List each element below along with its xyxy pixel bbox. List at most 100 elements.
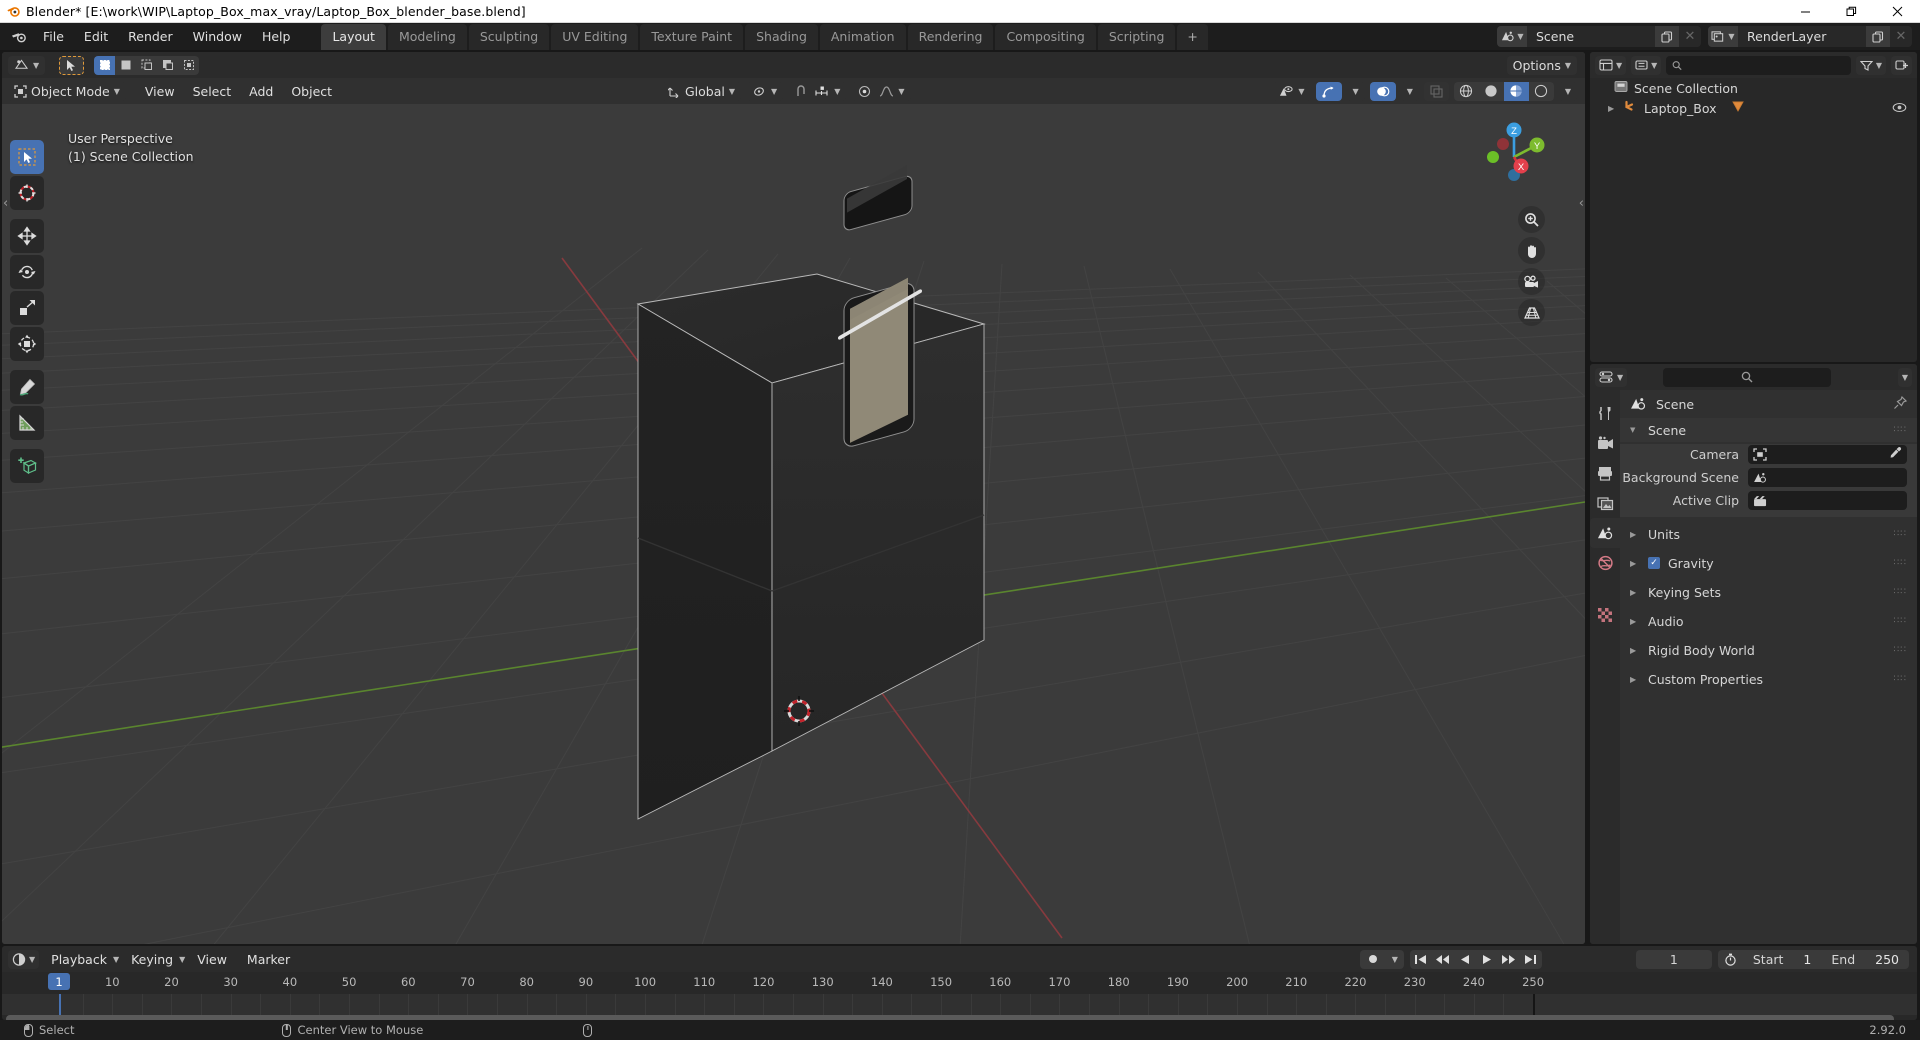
tab-rendering[interactable]: Rendering	[907, 24, 994, 50]
timeline-editor-type-selector[interactable]: ▼	[8, 949, 40, 969]
viewport-menu-object[interactable]: Object	[282, 82, 341, 101]
mesh-data-icon[interactable]	[1731, 100, 1745, 116]
rotate-tool[interactable]	[10, 255, 44, 289]
menu-file[interactable]: File	[34, 26, 73, 47]
jump-start-icon[interactable]	[1409, 949, 1432, 969]
tab-modeling[interactable]: Modeling	[387, 24, 467, 50]
outliner-search-field[interactable]	[1687, 58, 1845, 72]
wireframe-shading-icon[interactable]	[1453, 81, 1479, 101]
eyedropper-icon[interactable]	[1889, 446, 1902, 463]
outliner-row-scene-collection[interactable]: Scene Collection	[1590, 78, 1917, 98]
scale-tool[interactable]	[10, 291, 44, 325]
solid-shading-icon[interactable]	[1478, 81, 1504, 101]
outliner-display-mode-selector[interactable]: ▼	[1631, 55, 1662, 75]
move-tool[interactable]	[10, 219, 44, 253]
tab-texture-paint[interactable]: Texture Paint	[640, 24, 744, 50]
transform-tool[interactable]	[10, 327, 44, 361]
end-frame-value[interactable]: 250	[1865, 949, 1909, 969]
viewlayer-name-field[interactable]: RenderLayer	[1738, 26, 1866, 47]
blender-logo-menu-icon[interactable]	[6, 27, 32, 47]
select-extend-icon[interactable]	[115, 55, 137, 75]
viewport-menu-add[interactable]: Add	[240, 82, 282, 101]
panel-header-units[interactable]: ▶ Units ∷∷	[1620, 522, 1917, 546]
panel-drag-dots-icon[interactable]: ∷∷	[1894, 587, 1907, 597]
scene-tab-icon[interactable]	[1590, 518, 1620, 548]
panel-header-keying-sets[interactable]: ▶ Keying Sets ∷∷	[1620, 580, 1917, 604]
menu-edit[interactable]: Edit	[75, 26, 117, 47]
tab-sculpting[interactable]: Sculpting	[468, 24, 550, 50]
outliner-filter-button[interactable]: ▼	[1855, 55, 1886, 75]
output-tab-icon[interactable]	[1590, 458, 1620, 488]
render-tab-icon[interactable]	[1590, 428, 1620, 458]
rendered-shading-icon[interactable]	[1528, 81, 1554, 101]
proportional-editing-toggle[interactable]: ▼	[852, 81, 911, 101]
jump-end-icon[interactable]	[1519, 949, 1542, 969]
tab-scripting[interactable]: Scripting	[1097, 24, 1176, 50]
transform-orientation-selector[interactable]: Global ▼	[662, 81, 742, 101]
tab-animation[interactable]: Animation	[819, 24, 906, 50]
visibility-eye-icon[interactable]	[1892, 101, 1907, 116]
gizmo-dropdown[interactable]: ▼	[1346, 81, 1365, 101]
start-frame-value[interactable]: 1	[1793, 949, 1822, 969]
tweak-tool-selector[interactable]	[59, 55, 85, 75]
panel-header-audio[interactable]: ▶ Audio ∷∷	[1620, 609, 1917, 633]
viewport-options-menu[interactable]: Options ▼	[1506, 56, 1577, 75]
panel-drag-dots-icon[interactable]: ∷∷	[1894, 674, 1907, 684]
tweak-select-tool[interactable]	[10, 140, 44, 174]
properties-search-input[interactable]	[1663, 367, 1832, 387]
gravity-checkbox[interactable]: ✓	[1648, 557, 1660, 569]
play-icon[interactable]	[1475, 949, 1498, 969]
viewlayer-tab-icon[interactable]	[1590, 488, 1620, 518]
material-preview-shading-icon[interactable]	[1503, 81, 1529, 101]
auto-keying-dropdown[interactable]: ▼	[1385, 949, 1404, 969]
menu-window[interactable]: Window	[184, 26, 251, 47]
panel-drag-dots-icon[interactable]: ∷∷	[1894, 529, 1907, 539]
prev-keyframe-icon[interactable]	[1431, 949, 1454, 969]
close-button[interactable]	[1874, 0, 1920, 23]
timeline-editor[interactable]: ▼ Playback ▼ Keying ▼ View Marker ▼ 1 St…	[2, 946, 1917, 1020]
visibility-selector[interactable]: ▼	[1273, 81, 1311, 101]
viewport-right-panel-toggle[interactable]: ‹	[1579, 196, 1584, 211]
current-frame-field[interactable]: 1	[1635, 949, 1712, 969]
properties-editor-type-selector[interactable]: ▼	[1595, 367, 1628, 387]
maximize-button[interactable]	[1828, 0, 1874, 23]
viewport-left-panel-toggle[interactable]: ‹	[3, 196, 8, 211]
pin-icon[interactable]	[1893, 395, 1908, 413]
tab-shading[interactable]: Shading	[745, 24, 818, 50]
remove-viewlayer-button[interactable]: ✕	[1890, 26, 1912, 47]
timeline-menu-playback[interactable]: Playback	[43, 950, 115, 969]
timeline-playhead[interactable]: 1	[48, 973, 70, 990]
add-cube-tool[interactable]	[10, 449, 44, 483]
select-invert-icon[interactable]	[157, 55, 179, 75]
timeline-strip[interactable]	[2, 994, 1917, 1015]
timeline-menu-marker[interactable]: Marker	[239, 950, 298, 969]
remove-scene-button[interactable]: ✕	[1679, 26, 1701, 47]
panel-drag-dots-icon[interactable]: ∷∷	[1894, 425, 1907, 435]
scene-name-field[interactable]: Scene	[1527, 26, 1655, 47]
tab-uv-editing[interactable]: UV Editing	[551, 24, 639, 50]
viewport-menu-view[interactable]: View	[136, 82, 184, 101]
overlays-toggle[interactable]	[1369, 81, 1396, 101]
add-workspace-button[interactable]: +	[1177, 24, 1208, 50]
panel-header-gravity[interactable]: ▶ ✓ Gravity ∷∷	[1620, 551, 1917, 575]
snapping-controls[interactable]: ▼	[789, 81, 847, 101]
outliner-editor[interactable]: ▼ ▼ ▼ Scene Collection ▶ Laptop_Box	[1590, 52, 1917, 362]
properties-editor[interactable]: ▼ ▼ Scene ▼ Scene ∷∷ Camera Background S…	[1590, 364, 1917, 944]
outliner-editor-type-selector[interactable]: ▼	[1595, 55, 1627, 75]
tab-layout[interactable]: Layout	[321, 24, 386, 50]
object-mode-selector[interactable]: Object Mode ▼	[8, 81, 126, 101]
cursor-tool[interactable]	[10, 176, 44, 210]
camera-field[interactable]	[1748, 445, 1907, 464]
measure-tool[interactable]	[10, 406, 44, 440]
xray-toggle[interactable]	[1423, 81, 1449, 101]
navigation-gizmo[interactable]: Z Y X	[1477, 120, 1551, 194]
editor-type-selector[interactable]: ▼	[8, 55, 46, 75]
camera-icon[interactable]	[1518, 268, 1545, 295]
texture-tab-icon[interactable]	[1590, 600, 1620, 630]
gizmo-toggle[interactable]	[1315, 81, 1342, 101]
timeline-menu-keying[interactable]: Keying	[123, 950, 181, 969]
panel-header-rigid-body-world[interactable]: ▶ Rigid Body World ∷∷	[1620, 638, 1917, 662]
play-reverse-icon[interactable]	[1453, 949, 1476, 969]
viewlayer-selector[interactable]: ▼ RenderLayer ✕	[1708, 26, 1912, 47]
tab-compositing[interactable]: Compositing	[995, 24, 1096, 50]
